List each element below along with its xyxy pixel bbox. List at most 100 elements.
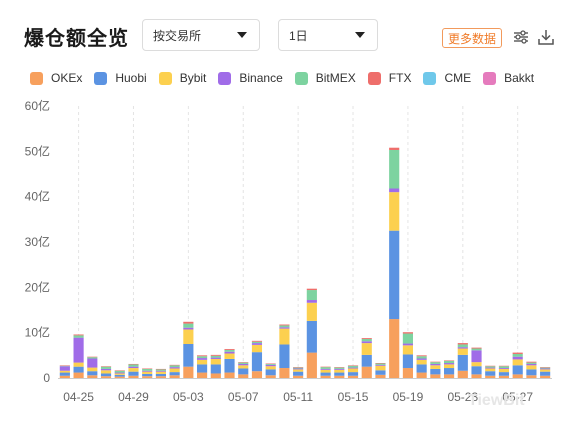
bar-segment-bitmex[interactable] bbox=[540, 367, 551, 369]
bar-segment-bybit[interactable] bbox=[402, 345, 413, 355]
bar-segment-huobi[interactable] bbox=[485, 371, 496, 376]
bar-segment-huobi[interactable] bbox=[389, 230, 400, 320]
bar-segment-huobi[interactable] bbox=[402, 354, 413, 369]
bar-segment-huobi[interactable] bbox=[183, 344, 194, 367]
bar-segment-huobi[interactable] bbox=[73, 366, 84, 373]
bar-segment-bybit[interactable] bbox=[389, 192, 400, 231]
bar-segment-bybit[interactable] bbox=[512, 359, 523, 366]
download-icon[interactable] bbox=[537, 28, 555, 46]
bar-segment-binance[interactable] bbox=[526, 363, 537, 366]
bar-segment-ftx[interactable] bbox=[320, 366, 331, 368]
bar-segment-okex[interactable] bbox=[183, 366, 194, 378]
bar-segment-huobi[interactable] bbox=[430, 368, 441, 375]
bar-segment-binance[interactable] bbox=[430, 363, 441, 366]
bar-segment-huobi[interactable] bbox=[512, 365, 523, 375]
bar-segment-okex[interactable] bbox=[59, 375, 70, 378]
bar-segment-binance[interactable] bbox=[279, 327, 290, 329]
bar-segment-bybit[interactable] bbox=[265, 366, 276, 370]
bar-segment-ftx[interactable] bbox=[155, 368, 166, 370]
bar-segment-okex[interactable] bbox=[512, 374, 523, 378]
bar-segment-bitmex[interactable] bbox=[87, 357, 98, 359]
bar-segment-ftx[interactable] bbox=[334, 367, 345, 368]
sliders-icon[interactable] bbox=[512, 28, 530, 46]
bar-segment-huobi[interactable] bbox=[169, 372, 180, 376]
bar-segment-ftx[interactable] bbox=[87, 356, 98, 358]
bar-segment-ftx[interactable] bbox=[128, 363, 139, 365]
bar-segment-bitmex[interactable] bbox=[526, 362, 537, 364]
bar-segment-bitmex[interactable] bbox=[183, 323, 194, 328]
bar-segment-ftx[interactable] bbox=[375, 363, 386, 364]
bar-segment-ftx[interactable] bbox=[183, 321, 194, 324]
bar-segment-ftx[interactable] bbox=[251, 340, 263, 342]
bar-segment-binance[interactable] bbox=[293, 368, 304, 370]
bar-segment-bybit[interactable] bbox=[293, 369, 304, 372]
period-select[interactable]: 1日 bbox=[278, 19, 378, 51]
bar-segment-huobi[interactable] bbox=[128, 371, 139, 376]
bar-segment-ftx[interactable] bbox=[293, 367, 304, 368]
bar-segment-okex[interactable] bbox=[334, 375, 345, 378]
bar-segment-binance[interactable] bbox=[169, 367, 180, 369]
bar-segment-binance[interactable] bbox=[457, 347, 468, 349]
bar-segment-okex[interactable] bbox=[155, 376, 166, 378]
bar-segment-bybit[interactable] bbox=[430, 365, 441, 369]
bar-segment-huobi[interactable] bbox=[444, 368, 455, 375]
bar-segment-bitmex[interactable] bbox=[457, 344, 468, 348]
bar-segment-ftx[interactable] bbox=[444, 360, 455, 361]
bar-segment-bitmex[interactable] bbox=[471, 348, 482, 351]
bar-segment-binance[interactable] bbox=[155, 370, 166, 372]
bar-segment-ftx[interactable] bbox=[169, 364, 180, 366]
bar-segment-bybit[interactable] bbox=[279, 328, 290, 345]
bar-segment-bitmex[interactable] bbox=[334, 367, 345, 369]
bar-segment-ftx[interactable] bbox=[402, 332, 413, 334]
bar-segment-okex[interactable] bbox=[293, 375, 304, 378]
bar-segment-okex[interactable] bbox=[320, 375, 331, 378]
bar-segment-bybit[interactable] bbox=[210, 358, 221, 365]
bar-segment-okex[interactable] bbox=[375, 374, 386, 378]
bar-segment-bitmex[interactable] bbox=[238, 362, 249, 364]
legend-item-huobi[interactable]: Huobi bbox=[94, 71, 147, 85]
bar-segment-bitmex[interactable] bbox=[498, 366, 510, 369]
legend-item-bitmex[interactable]: BitMEX bbox=[294, 71, 356, 85]
exchange-select[interactable]: 按交易所 bbox=[142, 19, 260, 51]
bar-segment-bybit[interactable] bbox=[498, 368, 510, 373]
bar-segment-ftx[interactable] bbox=[540, 367, 551, 368]
bar-segment-huobi[interactable] bbox=[100, 373, 112, 377]
bar-segment-bitmex[interactable] bbox=[169, 365, 180, 368]
bar-segment-bybit[interactable] bbox=[128, 368, 139, 372]
bar-segment-bitmex[interactable] bbox=[361, 339, 372, 342]
bar-segment-okex[interactable] bbox=[498, 375, 510, 378]
bar-segment-binance[interactable] bbox=[320, 368, 331, 370]
bar-segment-okex[interactable] bbox=[457, 370, 468, 378]
bar-segment-okex[interactable] bbox=[128, 375, 139, 378]
bar-segment-ftx[interactable] bbox=[114, 370, 125, 371]
bar-segment-bybit[interactable] bbox=[361, 343, 372, 355]
bar-segment-okex[interactable] bbox=[471, 374, 482, 378]
bar-segment-huobi[interactable] bbox=[238, 368, 249, 375]
bar-segment-bitmex[interactable] bbox=[512, 353, 523, 357]
bar-segment-huobi[interactable] bbox=[251, 352, 263, 372]
bar-segment-bybit[interactable] bbox=[416, 359, 427, 365]
bar-segment-ftx[interactable] bbox=[73, 334, 84, 336]
bar-segment-bybit[interactable] bbox=[471, 362, 482, 367]
bar-segment-binance[interactable] bbox=[114, 372, 125, 374]
bar-segment-binance[interactable] bbox=[128, 366, 139, 369]
bar-segment-huobi[interactable] bbox=[347, 372, 359, 376]
bar-segment-okex[interactable] bbox=[87, 375, 98, 378]
bar-segment-bitmex[interactable] bbox=[59, 365, 70, 367]
bar-segment-huobi[interactable] bbox=[59, 372, 70, 376]
bar-segment-bybit[interactable] bbox=[306, 302, 317, 321]
bar-segment-binance[interactable] bbox=[251, 343, 263, 345]
bar-segment-huobi[interactable] bbox=[142, 373, 153, 377]
bar-segment-bybit[interactable] bbox=[73, 362, 84, 367]
bar-segment-binance[interactable] bbox=[87, 358, 98, 368]
bar-segment-binance[interactable] bbox=[142, 370, 153, 372]
bar-segment-bitmex[interactable] bbox=[306, 290, 317, 301]
bar-segment-binance[interactable] bbox=[238, 363, 249, 366]
bar-segment-bybit[interactable] bbox=[485, 368, 496, 372]
bar-segment-binance[interactable] bbox=[347, 367, 359, 369]
bar-segment-ftx[interactable] bbox=[430, 361, 441, 363]
bar-segment-bybit[interactable] bbox=[334, 369, 345, 373]
bar-segment-bybit[interactable] bbox=[251, 344, 263, 353]
bar-segment-huobi[interactable] bbox=[471, 366, 482, 375]
more-data-button[interactable]: 更多数据 bbox=[442, 28, 503, 48]
